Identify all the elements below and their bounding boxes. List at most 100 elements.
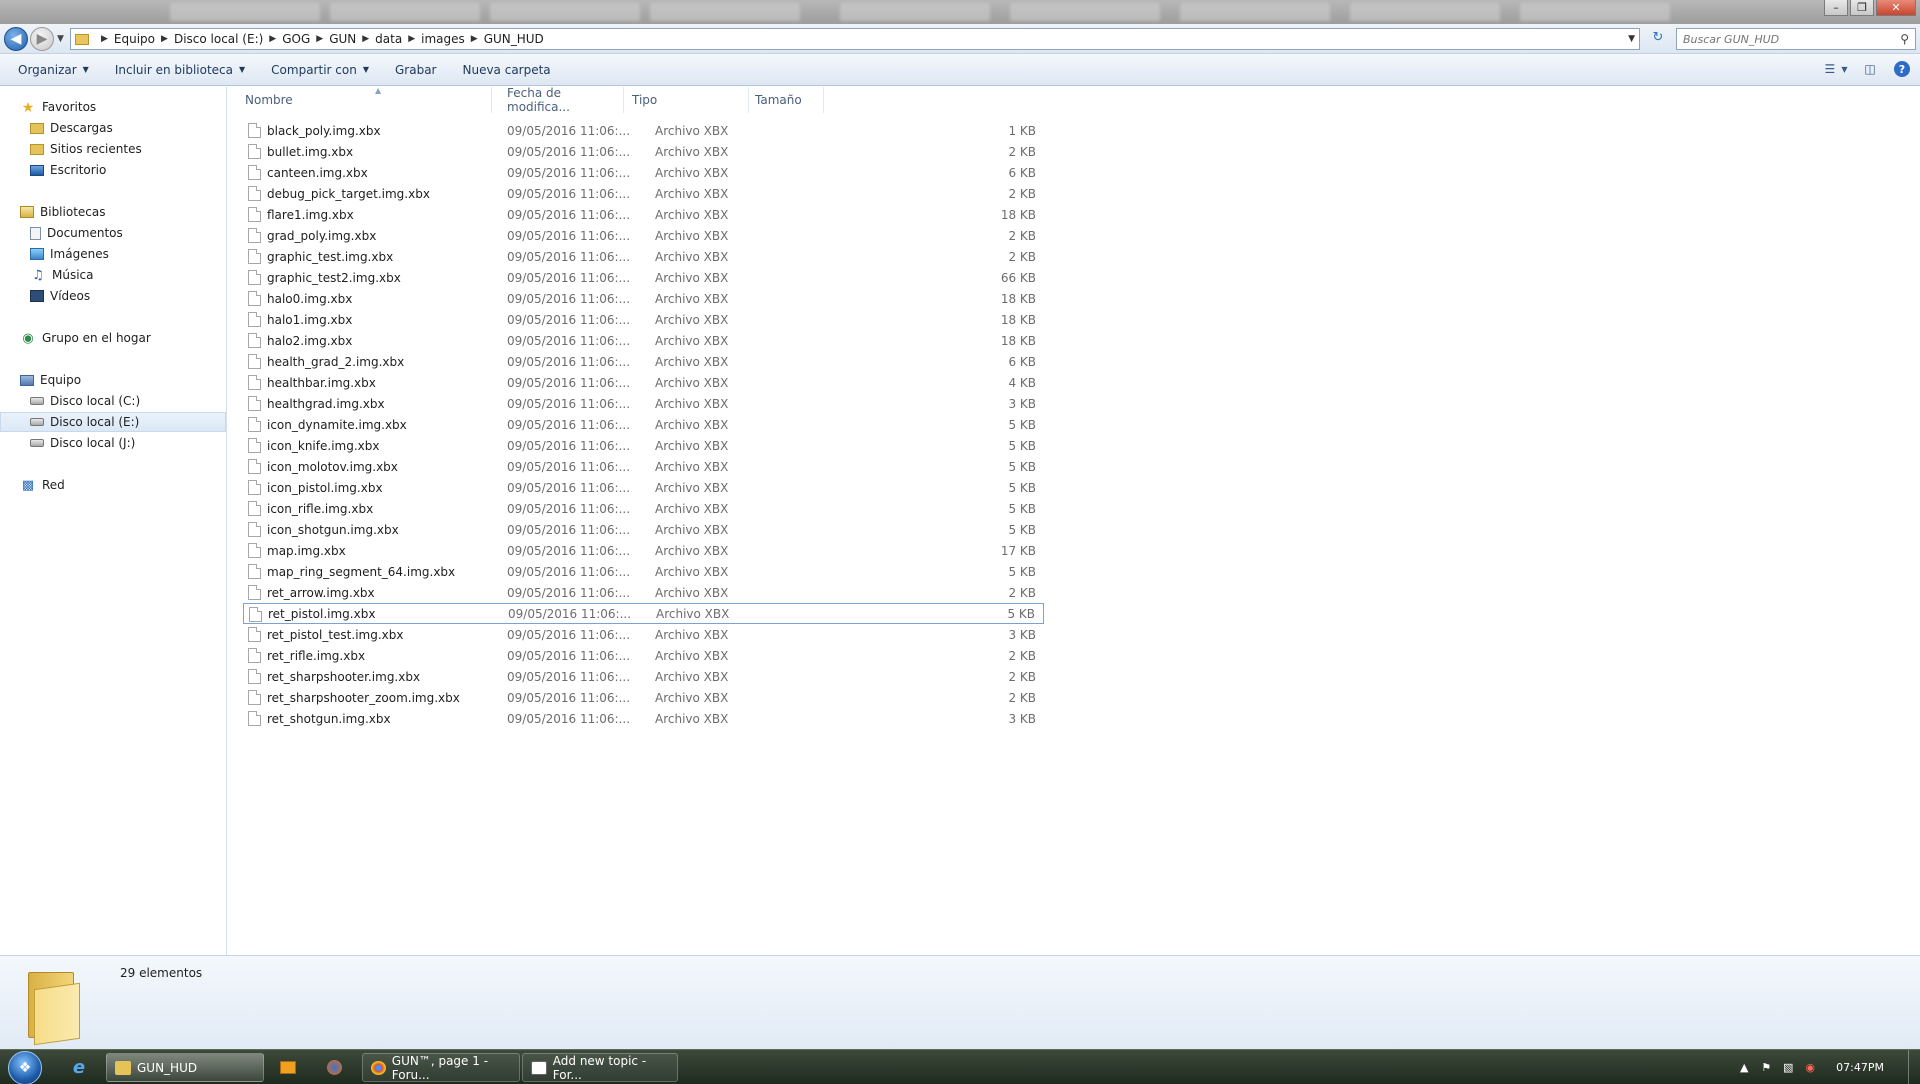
nav-music[interactable]: ♫ Música [0,265,226,285]
nav-videos[interactable]: Vídeos [0,286,226,306]
file-row[interactable]: ret_sharpshooter.img.xbx 09/05/2016 11:06… [243,666,1044,687]
include-library-button[interactable]: Incluir en biblioteca ▼ [105,58,255,82]
file-row[interactable]: canteen.img.xbx 09/05/2016 11:06:... Archi… [243,162,1044,183]
file-row[interactable]: icon_knife.img.xbx 09/05/2016 11:06:... Ar… [243,435,1044,456]
file-row[interactable]: ret_arrow.img.xbx 09/05/2016 11:06:... Arc… [243,582,1044,603]
breadcrumb-images[interactable]: images [421,32,465,46]
file-row[interactable]: halo0.img.xbx 09/05/2016 11:06:... Archivo… [243,288,1044,309]
nav-drive-e[interactable]: Disco local (E:) [0,412,226,432]
column-header-name[interactable]: Nombre ▲ [238,86,492,113]
recent-pages-dropdown[interactable]: ▼ [57,34,64,44]
nav-drive-j[interactable]: Disco local (J:) [0,433,226,453]
nav-drive-c[interactable]: Disco local (C:) [0,391,226,411]
maximize-button[interactable]: ❐ [1850,0,1874,16]
nav-libraries[interactable]: Bibliotecas [0,202,226,222]
internet-explorer-icon[interactable]: e [68,1057,90,1079]
chevron-right-icon[interactable]: ▶ [161,34,168,44]
file-row[interactable]: ret_sharpshooter_zoom.img.xbx 09/05/2016 … [243,687,1044,708]
file-row[interactable]: ret_pistol.img.xbx 09/05/2016 11:06:... Ar… [243,603,1044,624]
organize-button[interactable]: Organizar ▼ [8,58,99,82]
file-row[interactable]: bullet.img.xbx 09/05/2016 11:06:... Archiv… [243,141,1044,162]
file-row[interactable]: halo1.img.xbx 09/05/2016 11:06:... Archivo… [243,309,1044,330]
burn-button[interactable]: Grabar [385,58,447,82]
breadcrumb-drive-e[interactable]: Disco local (E:) [174,32,263,46]
file-row[interactable]: icon_rifle.img.xbx 09/05/2016 11:06:... Ar… [243,498,1044,519]
minimize-button[interactable]: – [1824,0,1848,16]
file-row[interactable]: healthgrad.img.xbx 09/05/2016 11:06:... Ar… [243,393,1044,414]
share-with-button[interactable]: Compartir con ▼ [261,58,379,82]
nav-network[interactable]: ▩ Red [0,475,226,495]
network-signal-icon[interactable]: ▧ [1780,1061,1796,1074]
file-row[interactable]: black_poly.img.xbx 09/05/2016 11:06:... Ar… [243,120,1044,141]
back-button[interactable]: ◀ [4,27,28,51]
file-size: 6 KB [1008,165,1036,180]
clock[interactable]: 07:47PM [1836,1061,1884,1074]
chevron-right-icon[interactable]: ▶ [316,34,323,44]
search-box[interactable]: ⚲ [1676,28,1916,50]
chevron-right-icon[interactable]: ▶ [471,34,478,44]
breadcrumb-gun[interactable]: GUN [329,32,356,46]
file-row[interactable]: flare1.img.xbx 09/05/2016 11:06:... Archiv… [243,204,1044,225]
chevron-right-icon[interactable]: ▶ [408,34,415,44]
show-desktop-button[interactable] [1908,1050,1920,1084]
nav-homegroup[interactable]: ◉ Grupo en el hogar [0,328,226,348]
file-row[interactable]: icon_dynamite.img.xbx 09/05/2016 11:06:..… [243,414,1044,435]
chevron-right-icon[interactable]: ▶ [101,34,108,44]
nav-computer[interactable]: Equipo [0,370,226,390]
file-row[interactable]: graphic_test2.img.xbx 09/05/2016 11:06:..… [243,267,1044,288]
start-button[interactable]: ❖ [8,1051,42,1084]
breadcrumb-equipo[interactable]: Equipo [114,32,155,46]
file-row[interactable]: icon_molotov.img.xbx 09/05/2016 11:06:...… [243,456,1044,477]
taskbar-chrome[interactable]: GUN™, page 1 - Foru... [362,1053,520,1082]
file-row[interactable]: ret_shotgun.img.xbx 09/05/2016 11:06:... A… [243,708,1044,729]
file-row[interactable]: ret_pistol_test.img.xbx 09/05/2016 11:06:… [243,624,1044,645]
file-row[interactable]: icon_pistol.img.xbx 09/05/2016 11:06:... A… [243,477,1044,498]
nav-documents[interactable]: Documentos [0,223,226,243]
file-row[interactable]: halo2.img.xbx 09/05/2016 11:06:... Archivo… [243,330,1044,351]
taskbar-explorer[interactable]: GUN_HUD [106,1053,264,1082]
file-row[interactable]: icon_shotgun.img.xbx 09/05/2016 11:06:...… [243,519,1044,540]
taskbar-topic[interactable]: Add new topic - For... [522,1053,678,1082]
chevron-right-icon[interactable]: ▶ [362,34,369,44]
forward-button[interactable]: ▶ [30,27,54,51]
search-input[interactable] [1683,32,1883,46]
column-header-size[interactable]: Tamaño [748,87,824,113]
file-type: Archivo XBX [655,396,729,411]
file-row[interactable]: ret_rifle.img.xbx 09/05/2016 11:06:... Arc… [243,645,1044,666]
preview-pane-button[interactable]: ◫ [1860,60,1880,78]
action-center-flag-icon[interactable]: ⚑ [1758,1061,1774,1074]
nav-downloads[interactable]: Descargas [0,118,226,138]
column-header-type[interactable]: Tipo [625,87,749,113]
file-row[interactable]: graphic_test.img.xbx 09/05/2016 11:06:...… [243,246,1044,267]
breadcrumb-gog[interactable]: GOG [282,32,310,46]
close-button[interactable]: ✕ [1876,0,1916,16]
file-row[interactable]: map.img.xbx 09/05/2016 11:06:... Archivo X… [243,540,1044,561]
file-row[interactable]: debug_pick_target.img.xbx 09/05/2016 11:0… [243,183,1044,204]
nav-images[interactable]: Imágenes [0,244,226,264]
file-row[interactable]: map_ring_segment_64.img.xbx 09/05/2016 11… [243,561,1044,582]
help-icon[interactable]: ? [1894,61,1910,77]
view-options-button[interactable]: ☰ ▼ [1824,60,1848,78]
firefox-icon[interactable] [322,1056,346,1078]
refresh-button[interactable]: ↻ [1648,30,1668,48]
breadcrumb-gun-hud[interactable]: GUN_HUD [484,32,544,46]
column-header-modified[interactable]: Fecha de modifica... [500,86,624,114]
nav-favorites[interactable]: ★ Favoritos [0,97,226,117]
chevron-right-icon[interactable]: ▶ [269,34,276,44]
details-view-icon: ☰ [1824,62,1836,76]
file-date: 09/05/2016 11:06:... [507,396,631,411]
file-row[interactable]: health_grad_2.img.xbx 09/05/2016 11:06:..… [243,351,1044,372]
nav-desktop[interactable]: Escritorio [0,160,226,180]
address-dropdown-icon[interactable]: ▼ [1628,34,1635,44]
file-row[interactable]: healthbar.img.xbx 09/05/2016 11:06:... Arc… [243,372,1044,393]
file-row[interactable]: grad_poly.img.xbx 09/05/2016 11:06:... Arc… [243,225,1044,246]
volume-icon[interactable]: ◉ [1802,1061,1818,1074]
address-bar[interactable]: ▶ Equipo ▶ Disco local (E:) ▶ GOG ▶ GUN … [70,28,1640,50]
file-size: 2 KB [1008,585,1036,600]
nav-recent-places[interactable]: Sitios recientes [0,139,226,159]
media-player-icon[interactable] [276,1056,300,1078]
new-folder-button[interactable]: Nueva carpeta [452,58,560,82]
breadcrumb-data[interactable]: data [375,32,402,46]
magnifier-icon[interactable]: ⚲ [1900,32,1909,46]
show-hidden-icons[interactable]: ▲ [1736,1061,1752,1074]
